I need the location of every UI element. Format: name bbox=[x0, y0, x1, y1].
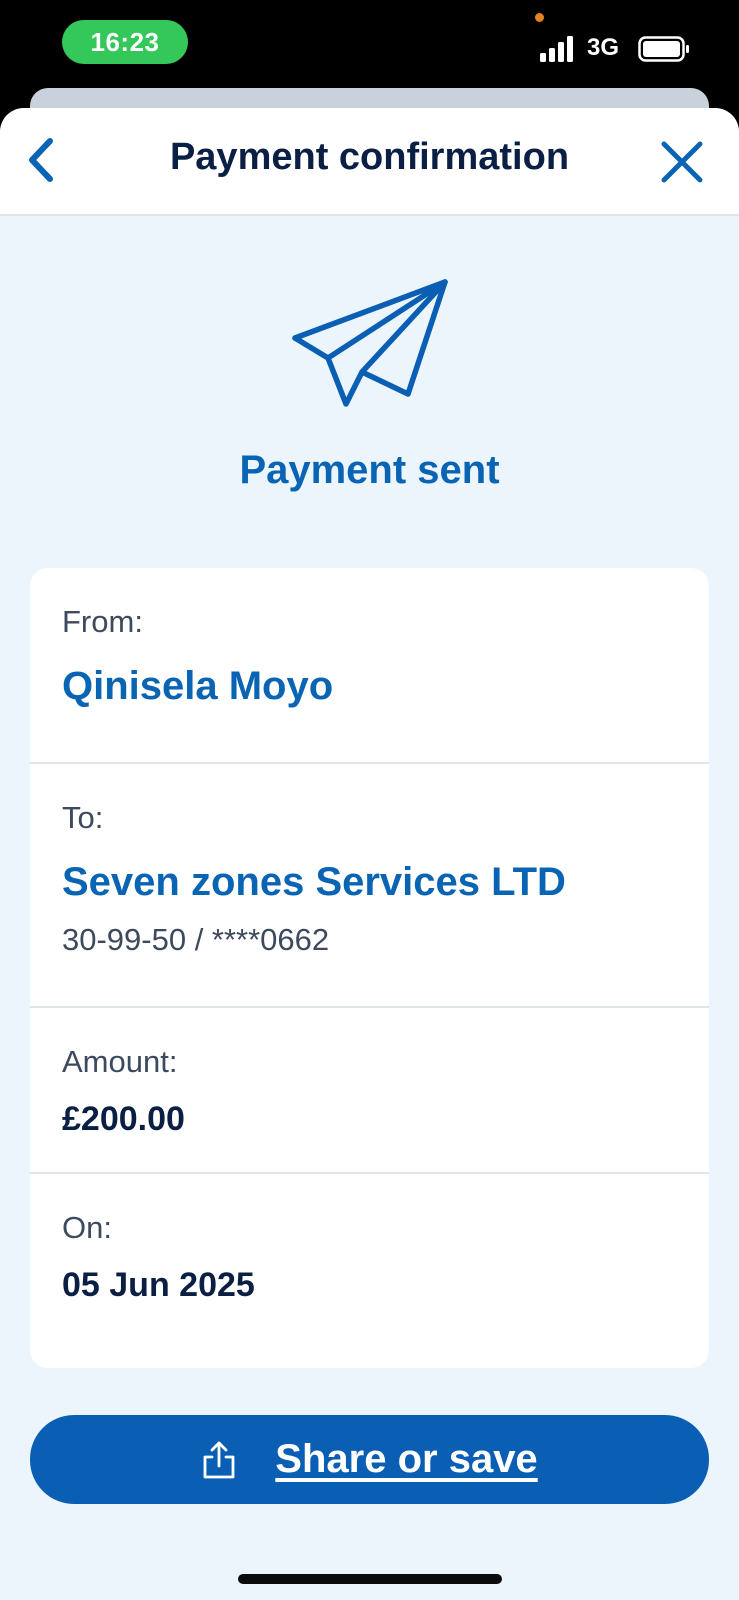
date-value: 05 Jun 2025 bbox=[62, 1266, 255, 1304]
battery-icon bbox=[638, 36, 689, 62]
from-value: Qinisela Moyo bbox=[62, 664, 334, 708]
close-button[interactable] bbox=[652, 132, 712, 192]
page-title: Payment confirmation bbox=[169, 136, 570, 178]
home-indicator[interactable] bbox=[238, 1574, 502, 1584]
status-time: 16:23 bbox=[62, 20, 188, 64]
to-account-number: 30-99-50 / ****0662 bbox=[62, 922, 330, 957]
share-icon bbox=[203, 1441, 235, 1478]
date-label: On: bbox=[62, 1210, 112, 1245]
amount-row: Amount: £200.00 bbox=[30, 1008, 709, 1174]
signal-icon bbox=[540, 36, 573, 62]
from-label: From: bbox=[62, 604, 143, 639]
amount-label: Amount: bbox=[62, 1044, 178, 1079]
back-button[interactable] bbox=[12, 132, 68, 188]
chevron-left-icon bbox=[29, 138, 53, 182]
network-type: 3G bbox=[587, 34, 620, 61]
from-row: From: Qinisela Moyo bbox=[30, 568, 709, 764]
amount-value: £200.00 bbox=[62, 1100, 185, 1138]
camera-indicator-dot bbox=[535, 13, 544, 22]
close-icon bbox=[661, 141, 703, 183]
payment-details-card: From: Qinisela Moyo To: Seven zones Serv… bbox=[30, 568, 709, 1368]
to-row: To: Seven zones Services LTD 30-99-50 / … bbox=[30, 764, 709, 1008]
to-label: To: bbox=[62, 800, 104, 835]
payment-confirmation-sheet: Payment confirmation Payment sent From: … bbox=[0, 108, 739, 1600]
nav-bar: Payment confirmation bbox=[0, 108, 739, 216]
payment-sent-title: Payment sent bbox=[239, 448, 500, 492]
share-or-save-label: Share or save bbox=[275, 1437, 538, 1481]
paper-plane-icon bbox=[292, 279, 448, 407]
to-value: Seven zones Services LTD bbox=[62, 860, 566, 904]
status-bar: 16:23 3G bbox=[0, 0, 739, 100]
share-or-save-button[interactable]: Share or save bbox=[30, 1415, 709, 1504]
date-row: On: 05 Jun 2025 bbox=[30, 1174, 709, 1368]
